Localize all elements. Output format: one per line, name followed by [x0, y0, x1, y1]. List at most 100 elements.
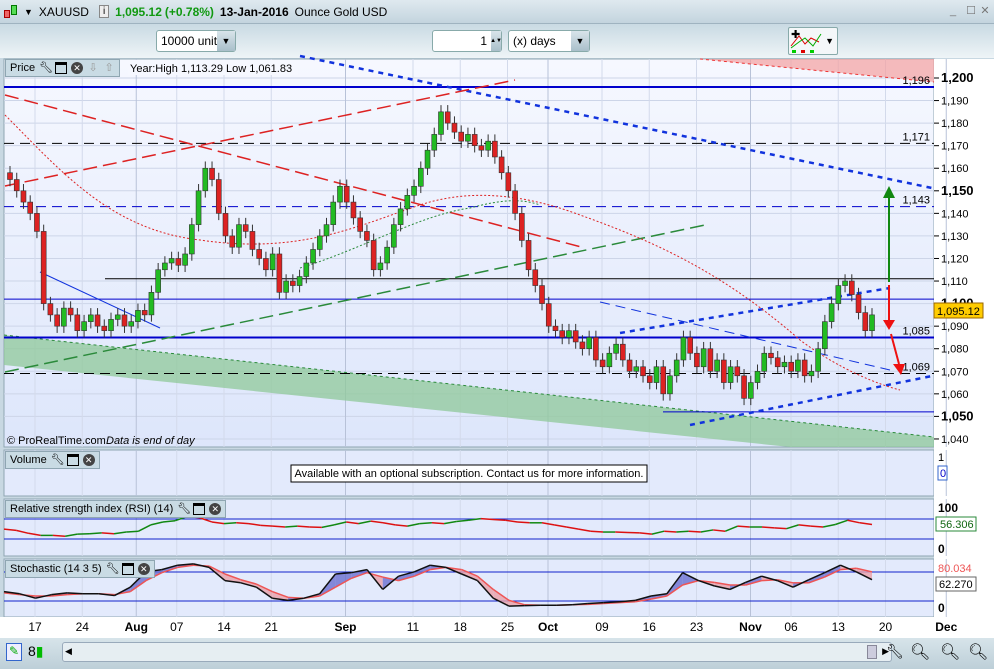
stoch-tick: 0: [938, 601, 945, 615]
window-icon[interactable]: [121, 563, 134, 575]
rsi-segment: [297, 525, 310, 528]
move-up-icon[interactable]: ⇧: [103, 62, 115, 74]
candle: [357, 217, 363, 232]
candle: [552, 325, 559, 331]
y-tick-label: 1,190: [941, 96, 969, 108]
window-icon[interactable]: [66, 454, 79, 466]
candle: [310, 249, 316, 264]
wrench-icon[interactable]: 🔧︎: [886, 643, 904, 660]
candle: [67, 307, 74, 316]
candle: [828, 303, 835, 322]
candle: [579, 341, 586, 350]
x-tick-label: 09: [595, 620, 609, 634]
candle: [431, 134, 438, 151]
candle: [215, 179, 222, 214]
y-tick-label: 1,160: [941, 163, 969, 175]
candle: [519, 213, 525, 241]
level-label: 1,171: [902, 131, 930, 143]
candle: [222, 213, 229, 237]
candle: [680, 337, 687, 361]
candle: [640, 366, 646, 377]
horizontal-scrollbar[interactable]: ◀ ▶: [62, 642, 892, 662]
candle: [774, 357, 781, 368]
zoom-in-icon[interactable]: 🔍︎: [968, 642, 988, 662]
candle: [202, 167, 209, 192]
draw-tool-icon[interactable]: ✎: [6, 643, 22, 661]
candle: [377, 262, 384, 271]
candle: [121, 314, 128, 327]
x-tick-label: 18: [454, 620, 468, 634]
scroll-thumb[interactable]: [867, 645, 877, 659]
candle: [822, 321, 828, 350]
candle: [417, 167, 424, 187]
x-tick-label: 07: [170, 620, 184, 634]
candle: [94, 314, 101, 327]
chart-type-icon[interactable]: 8▮: [28, 643, 44, 660]
candle: [761, 352, 768, 372]
candle: [162, 262, 168, 271]
zoom-out-icon[interactable]: 🔍︎: [940, 642, 960, 662]
window-icon[interactable]: [55, 62, 68, 74]
close-icon[interactable]: ✕: [137, 563, 150, 575]
candle: [128, 321, 135, 327]
candle: [815, 348, 821, 372]
zoom-fit-icon[interactable]: 🔍︎: [910, 642, 930, 662]
wrench-icon[interactable]: 🔧︎: [39, 62, 53, 74]
x-tick-label: 21: [265, 620, 279, 634]
close-icon[interactable]: ✕: [82, 454, 95, 466]
rsi-segment: [688, 530, 701, 533]
candle: [195, 190, 202, 225]
volume-panel-header: Volume 🔧︎ ✕: [5, 451, 100, 469]
rsi-segment: [480, 517, 494, 521]
wrench-icon[interactable]: 🔧︎: [106, 563, 120, 575]
wrench-icon[interactable]: 🔧︎: [177, 503, 191, 515]
data-notice: Data is end of day: [106, 435, 196, 447]
candle: [498, 156, 505, 174]
candle: [646, 375, 653, 383]
candle: [781, 361, 788, 368]
candle: [788, 361, 794, 372]
candle: [229, 235, 236, 248]
close-icon[interactable]: ✕: [71, 62, 84, 74]
close-icon[interactable]: ✕: [209, 503, 222, 515]
candle: [471, 134, 478, 146]
wrench-icon[interactable]: 🔧︎: [51, 454, 65, 466]
rsi-segment: [126, 530, 139, 533]
y-tick-label: 1,070: [941, 366, 969, 378]
candle: [687, 337, 693, 354]
move-down-icon[interactable]: ⇩: [87, 62, 99, 74]
candle: [626, 359, 633, 372]
rsi-segment: [52, 534, 66, 537]
x-tick-label: 20: [879, 620, 893, 634]
chart-area[interactable]: 1,196 1,171 1,143 1,085 1,069 1,200 1,190 1,18…: [0, 0, 994, 640]
scroll-left-icon[interactable]: ◀: [65, 646, 72, 657]
window-icon[interactable]: [193, 503, 206, 515]
level-label: 1,196: [902, 75, 930, 87]
candle: [290, 280, 296, 286]
candle: [424, 149, 431, 169]
candle: [88, 314, 94, 322]
candle: [148, 292, 155, 316]
candle: [404, 195, 411, 210]
candle: [653, 366, 660, 383]
candle: [256, 249, 262, 259]
stochastic-panel-header: Stochastic (14 3 5) 🔧︎ ✕: [5, 560, 155, 578]
x-tick-label: Sep: [334, 620, 356, 634]
y-tick-label: 1,140: [941, 208, 969, 220]
x-tick-label: Aug: [125, 620, 148, 634]
rsi-panel-header: Relative strength index (RSI) (14) 🔧︎ ✕: [5, 500, 227, 518]
candle: [694, 352, 700, 368]
candle: [458, 131, 465, 142]
x-tick-label: 17: [28, 620, 42, 634]
rsi-segment: [676, 530, 689, 533]
candle: [808, 370, 815, 377]
price-label: Price: [10, 62, 36, 74]
candle: [754, 370, 761, 383]
candle: [337, 185, 343, 203]
candle: [478, 145, 485, 151]
candle: [236, 224, 242, 248]
rsi-segment: [89, 532, 102, 535]
candle: [175, 258, 182, 266]
candle: [727, 366, 734, 383]
candle: [768, 352, 774, 359]
